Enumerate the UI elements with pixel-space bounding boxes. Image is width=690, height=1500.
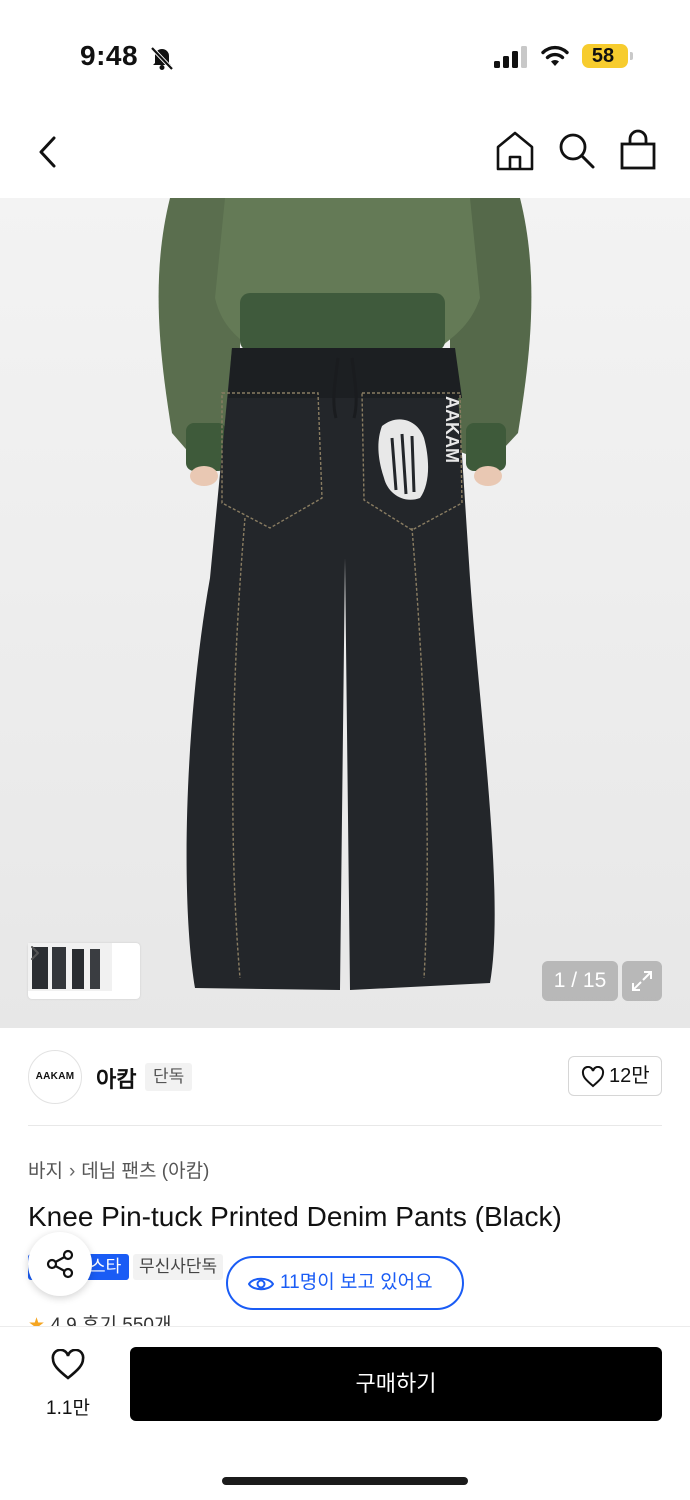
viewers-indicator: 11명이 보고 있어요 (226, 1256, 464, 1310)
rating-value: 4.9 (50, 1315, 77, 1326)
battery-indicator: 58 (582, 44, 633, 68)
heart-icon (51, 1349, 85, 1380)
fullscreen-button[interactable] (622, 961, 662, 1001)
brand-name[interactable]: 아캄 (96, 1062, 136, 1094)
bell-off-icon (150, 46, 174, 71)
home-indicator[interactable] (222, 1477, 468, 1485)
thumbnail-strip[interactable] (28, 943, 140, 999)
divider (28, 1125, 662, 1126)
eye-icon (248, 1277, 274, 1291)
bottom-action-bar: 1.1만 구매하기 (0, 1326, 690, 1500)
review-count: 후기 550개 (82, 1315, 172, 1326)
product-image[interactable]: AAKAM 1 / 15 (0, 198, 690, 1028)
battery-level: 58 (591, 45, 615, 67)
back-button[interactable] (30, 130, 70, 174)
product-photo: AAKAM (158, 198, 532, 990)
wishlist-button[interactable]: 1.1만 (28, 1349, 108, 1421)
status-time: 9:48 (80, 40, 139, 71)
search-icon[interactable] (556, 130, 596, 170)
rating-row[interactable]: ★ 4.9 후기 550개 (28, 1310, 328, 1326)
share-icon (46, 1249, 74, 1279)
breadcrumb: 바지 › 데님 팬츠 (아캄) (28, 1156, 209, 1183)
exclusive-tag: 단독 (145, 1063, 193, 1091)
battery-cap (630, 52, 633, 60)
status-bar: 9:48 58 (0, 0, 690, 100)
breadcrumb-subcategory[interactable]: 데님 팬츠 (아캄) (81, 1156, 209, 1183)
buy-button[interactable]: 구매하기 (130, 1347, 662, 1421)
image-counter: 1 / 15 (542, 961, 618, 1001)
product-title: Knee Pin-tuck Printed Denim Pants (Black… (28, 1201, 562, 1232)
brand-logo[interactable]: AAKAM (28, 1050, 82, 1104)
home-icon[interactable] (494, 130, 536, 172)
breadcrumb-separator-icon: › (68, 1161, 76, 1182)
share-button[interactable] (28, 1232, 92, 1296)
heart-icon (581, 1066, 605, 1088)
star-icon: ★ (28, 1315, 46, 1326)
musinsa-exclusive-badge: 무신사단독 (133, 1254, 224, 1280)
brand-like-count: 12만 (609, 1065, 650, 1087)
shopping-bag-icon[interactable] (618, 128, 658, 172)
cellular-signal-icon (494, 46, 527, 68)
brand-like-button[interactable]: 12만 (568, 1056, 662, 1096)
wishlist-count: 1.1만 (46, 1398, 90, 1419)
pants-print-text: AAKAM (442, 396, 462, 463)
wifi-icon (541, 45, 569, 66)
viewers-text: 11명이 보고 있어요 (280, 1272, 433, 1293)
breadcrumb-category[interactable]: 바지 (28, 1156, 63, 1183)
chevron-right-icon (31, 946, 39, 960)
expand-icon (632, 971, 652, 991)
